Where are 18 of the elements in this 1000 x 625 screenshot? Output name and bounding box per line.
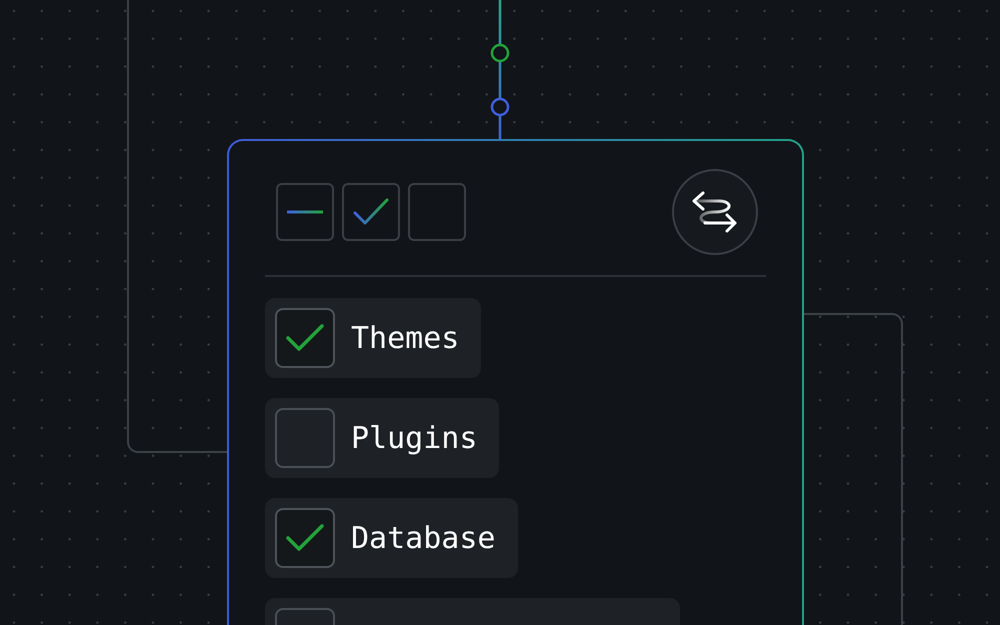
checkbox[interactable]	[408, 183, 466, 241]
option-label: Database	[351, 520, 496, 558]
node-circle	[490, 44, 510, 62]
option-label: Plugins	[351, 420, 478, 458]
checkbox[interactable]	[275, 308, 335, 368]
option-item[interactable]: Database	[265, 498, 518, 578]
checkbox[interactable]	[275, 408, 335, 468]
option-label: Themes	[351, 320, 460, 358]
node-circle	[490, 98, 510, 116]
check-icon	[286, 524, 324, 552]
check-icon	[286, 324, 324, 352]
checkbox[interactable]	[276, 183, 334, 241]
dash-icon	[287, 210, 323, 214]
option-item[interactable]: Plugins	[265, 398, 500, 478]
check-icon	[353, 198, 389, 226]
option-item[interactable]: Themes	[265, 298, 482, 378]
checkbox[interactable]	[342, 183, 400, 241]
checkbox[interactable]	[275, 508, 335, 568]
